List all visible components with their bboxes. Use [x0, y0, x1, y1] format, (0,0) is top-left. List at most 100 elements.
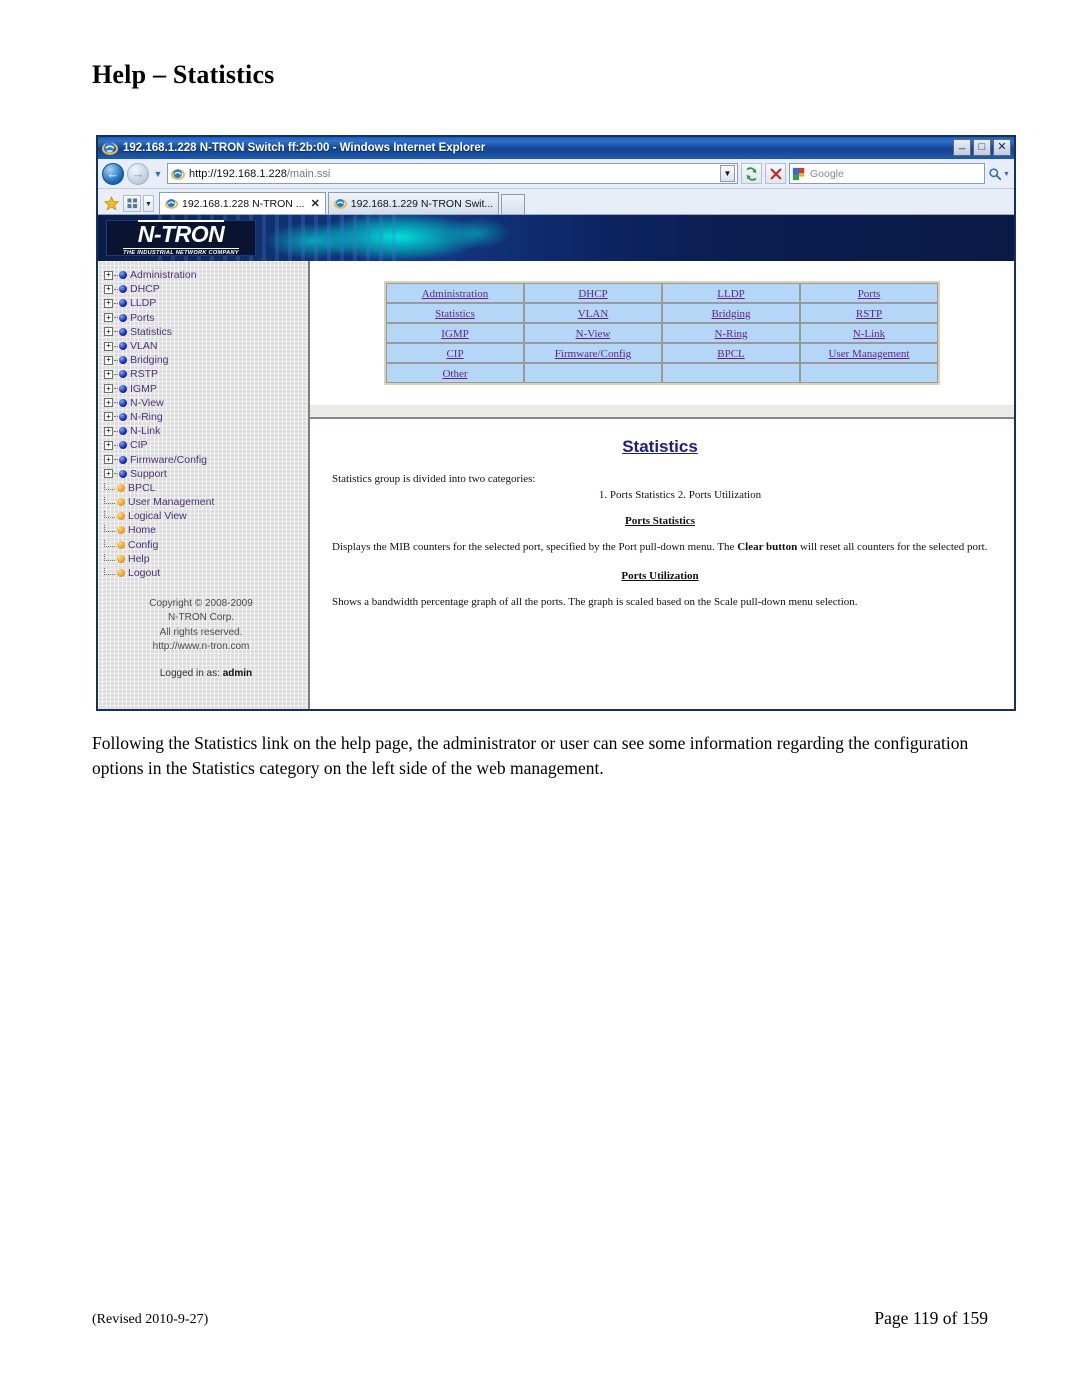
help-link-cell[interactable]: BPCL — [662, 343, 800, 363]
help-link-cell[interactable]: Other — [386, 363, 524, 383]
expand-plus-icon[interactable]: + — [104, 440, 113, 450]
sidebar-item-support[interactable]: + Support — [104, 467, 308, 481]
help-link-cell[interactable]: N-View — [524, 323, 662, 343]
sidebar-item-lldp[interactable]: + LLDP — [104, 296, 308, 310]
help-link-cell-empty — [662, 363, 800, 383]
forward-button[interactable]: → — [127, 162, 149, 185]
address-dropdown-button[interactable]: ▼ — [720, 165, 735, 182]
expand-plus-icon[interactable]: + — [104, 398, 113, 408]
expand-plus-icon[interactable]: + — [104, 341, 113, 351]
help-link-cip[interactable]: CIP — [446, 348, 463, 360]
sidebar-item-vlan[interactable]: + VLAN — [104, 339, 308, 353]
help-link-cell[interactable]: VLAN — [524, 303, 662, 323]
address-bar[interactable]: http://192.168.1.228/main.ssi ▼ — [167, 163, 738, 184]
search-box[interactable]: Google — [789, 163, 985, 184]
expand-plus-icon[interactable]: + — [104, 284, 113, 294]
quick-tabs-button[interactable] — [123, 195, 141, 212]
orange-bullet-icon — [117, 526, 125, 535]
expand-plus-icon[interactable]: + — [104, 298, 113, 308]
sidebar-item-logical-view[interactable]: Logical View — [104, 509, 308, 523]
minimize-button[interactable]: _ — [953, 139, 971, 156]
expand-plus-icon[interactable]: + — [104, 327, 113, 337]
help-link-cell[interactable]: CIP — [386, 343, 524, 363]
help-link-cell[interactable]: IGMP — [386, 323, 524, 343]
help-link-bridging[interactable]: Bridging — [711, 308, 750, 320]
help-link-cell[interactable]: Ports — [800, 283, 938, 303]
help-link-cell[interactable]: RSTP — [800, 303, 938, 323]
sidebar-item-firmware-config[interactable]: + Firmware/Config — [104, 452, 308, 466]
help-link-user-management[interactable]: User Management — [829, 348, 910, 360]
help-link-cell[interactable]: LLDP — [662, 283, 800, 303]
sidebar-item-administration[interactable]: + Administration — [104, 268, 308, 282]
tab-close-icon[interactable]: ✕ — [311, 197, 320, 210]
expand-plus-icon[interactable]: + — [104, 384, 113, 394]
tree-connector — [114, 416, 118, 418]
sidebar-item-n-link[interactable]: + N-Link — [104, 424, 308, 438]
sidebar-item-user-management[interactable]: User Management — [104, 495, 308, 509]
company-website-link[interactable]: http://www.n-tron.com — [104, 640, 298, 654]
expand-plus-icon[interactable]: + — [104, 369, 113, 379]
sidebar-item-config[interactable]: Config — [104, 538, 308, 552]
expand-plus-icon[interactable]: + — [104, 426, 113, 436]
new-tab-button[interactable] — [501, 194, 526, 214]
back-button[interactable]: ← — [102, 162, 124, 185]
help-link-statistics[interactable]: Statistics — [435, 308, 475, 320]
help-link-cell[interactable]: Bridging — [662, 303, 800, 323]
sidebar-item-bridging[interactable]: + Bridging — [104, 353, 308, 367]
help-link-dhcp[interactable]: DHCP — [578, 288, 607, 300]
help-link-ports[interactable]: Ports — [858, 288, 881, 300]
help-link-bpcl[interactable]: BPCL — [717, 348, 745, 360]
favorites-star-button[interactable] — [101, 192, 121, 214]
sidebar-item-n-view[interactable]: + N-View — [104, 396, 308, 410]
help-link-cell[interactable]: User Management — [800, 343, 938, 363]
help-link-rstp[interactable]: RSTP — [856, 308, 882, 320]
sidebar-item-label: VLAN — [130, 340, 158, 353]
help-link-other[interactable]: Other — [442, 368, 467, 380]
recent-pages-dropdown[interactable]: ▼ — [152, 169, 164, 179]
expand-plus-icon[interactable]: + — [104, 270, 113, 280]
sidebar-item-bpcl[interactable]: BPCL — [104, 481, 308, 495]
tab-list-dropdown[interactable]: ▼ — [143, 195, 154, 212]
close-button[interactable]: ✕ — [993, 139, 1011, 156]
sidebar-item-help[interactable]: Help — [104, 552, 308, 566]
expand-plus-icon[interactable]: + — [104, 313, 113, 323]
refresh-button[interactable] — [741, 163, 762, 184]
help-link-cell[interactable]: Statistics — [386, 303, 524, 323]
expand-plus-icon[interactable]: + — [104, 355, 113, 365]
help-link-cell[interactable]: DHCP — [524, 283, 662, 303]
help-link-cell[interactable]: Administration — [386, 283, 524, 303]
help-link-vlan[interactable]: VLAN — [578, 308, 609, 320]
help-link-n-view[interactable]: N-View — [576, 328, 611, 340]
sidebar-item-dhcp[interactable]: + DHCP — [104, 282, 308, 296]
sidebar-item-cip[interactable]: + CIP — [104, 438, 308, 452]
maximize-button[interactable]: □ — [973, 139, 991, 156]
tree-connector — [114, 459, 118, 461]
blue-bullet-icon — [119, 313, 127, 322]
expand-plus-icon[interactable]: + — [104, 469, 113, 479]
help-link-cell[interactable]: N-Ring — [662, 323, 800, 343]
help-link-n-ring[interactable]: N-Ring — [715, 328, 748, 340]
expand-plus-icon[interactable]: + — [104, 412, 113, 422]
sidebar-item-igmp[interactable]: + IGMP — [104, 382, 308, 396]
help-link-igmp[interactable]: IGMP — [441, 328, 469, 340]
sidebar-item-logout[interactable]: Logout — [104, 566, 308, 580]
stop-button[interactable] — [765, 163, 786, 184]
sidebar-item-rstp[interactable]: + RSTP — [104, 367, 308, 381]
copyright-line-2: N-TRON Corp. — [167, 612, 235, 624]
search-go-button[interactable]: ▼ — [988, 163, 1010, 184]
sidebar-item-statistics[interactable]: + Statistics — [104, 325, 308, 339]
help-link-cell[interactable]: N-Link — [800, 323, 938, 343]
expand-plus-icon[interactable]: + — [104, 455, 113, 465]
help-link-lldp[interactable]: LLDP — [717, 288, 745, 300]
browser-tab-active[interactable]: 192.168.1.228 N-TRON ... ✕ — [159, 192, 326, 214]
search-options-caret-icon[interactable]: ▼ — [1003, 170, 1010, 178]
search-input[interactable]: Google — [810, 168, 844, 180]
help-link-firmware-config[interactable]: Firmware/Config — [555, 348, 631, 360]
help-link-cell[interactable]: Firmware/Config — [524, 343, 662, 363]
help-link-administration[interactable]: Administration — [422, 288, 489, 300]
sidebar-item-home[interactable]: Home — [104, 523, 308, 537]
sidebar-item-ports[interactable]: + Ports — [104, 311, 308, 325]
sidebar-item-n-ring[interactable]: + N-Ring — [104, 410, 308, 424]
help-link-n-link[interactable]: N-Link — [853, 328, 885, 340]
browser-tab-inactive[interactable]: 192.168.1.229 N-TRON Swit... — [327, 192, 500, 214]
